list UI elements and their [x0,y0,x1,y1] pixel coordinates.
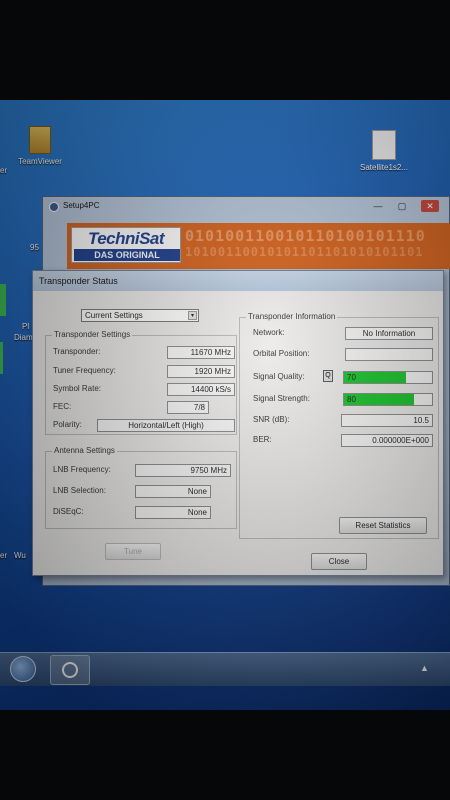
settings-select-value: Current Settings [85,311,143,320]
edge-label: er [0,166,8,175]
green-app-icon[interactable] [0,342,3,374]
maximize-button[interactable]: ▢ [393,200,411,212]
orbital-position-label: Orbital Position: [253,349,310,358]
close-window-button[interactable]: ✕ [421,200,439,212]
dialog-title[interactable]: Transponder Status [33,271,443,291]
satellite-file-label: Satellite1s2... [359,163,409,172]
binary-decoration: 10100110010101101101010101101 [185,245,424,259]
tune-button[interactable]: Tune [105,543,161,560]
technisat-banner: TechniSat DAS ORIGINAL 01010011001011010… [67,223,450,269]
tuner-frequency-label: Tuner Frequency: [53,366,116,375]
network-label: Network: [253,328,285,337]
technisat-logo: TechniSat DAS ORIGINAL [71,227,181,263]
group-label: Antenna Settings [52,446,117,455]
fec-label: FEC: [53,402,72,411]
app-icon [49,202,59,212]
start-button[interactable] [10,656,36,682]
close-dialog-button[interactable]: Close [311,553,367,570]
document-icon [372,130,396,160]
edge-label: Diam [14,333,33,342]
fec-value: 7/8 [167,401,209,414]
reset-statistics-button[interactable]: Reset Statistics [339,517,427,534]
window-title: Setup4PC [63,201,100,210]
tuner-frequency-value: 1920 MHz [167,365,235,378]
teamviewer-label: TeamViewer [18,157,62,166]
transponder-value: 11670 MHz [167,346,235,359]
satellite-file-desktop-icon[interactable]: Satellite1s2... [352,130,416,172]
green-app-icon[interactable] [0,284,6,316]
logo-tagline: DAS ORIGINAL [74,249,180,261]
snr-label: SNR (dB): [253,415,290,424]
symbol-rate-value: 14400 kS/s [167,383,235,396]
symbol-rate-label: Symbol Rate: [53,384,102,393]
window-titlebar[interactable]: Setup4PC — ▢ ✕ [43,197,449,217]
signal-strength-value: 80 [347,395,356,404]
edge-label: er [0,551,8,560]
group-label: Transponder Settings [52,330,133,339]
tray-expand-icon[interactable]: ▲ [420,663,429,673]
edge-label: Wu [14,551,26,560]
edge-label: 95 [30,243,39,252]
lnb-frequency-value: 9750 MHz [135,464,231,477]
diseqc-label: DiSEqC: [53,507,84,516]
orbital-position-value [345,348,433,361]
taskbar-item-setup4pc[interactable] [50,655,90,685]
folder-icon [29,126,51,154]
signal-quality-value: 70 [347,373,356,382]
teamviewer-desktop-icon[interactable]: TeamViewer [18,126,62,166]
logo-text: TechniSat [87,229,165,248]
polarity-value: Horizontal/Left (High) [97,419,235,432]
edge-label: Pl [22,322,30,331]
chevron-down-icon[interactable]: ▾ [188,311,197,320]
transponder-label: Transponder: [53,347,101,356]
settings-select[interactable]: Current Settings ▾ [81,309,199,322]
photo-stage: TeamViewer Satellite1s2... er 95 Pl Diam… [0,0,450,800]
lnb-selection-value: None [135,485,211,498]
signal-strength-label: Signal Strength: [253,394,310,403]
signal-strength-bar: 80 [343,393,433,406]
snr-value: 10.5 [341,414,433,427]
transponder-status-dialog: Transponder Status Current Settings ▾ Tr… [32,270,444,576]
lnb-selection-label: LNB Selection: [53,486,106,495]
signal-quality-icon[interactable]: Q [323,370,333,382]
taskbar: ▲ [0,652,450,686]
satellite-icon [62,662,78,678]
signal-quality-bar: 70 [343,371,433,384]
network-value: No Information [345,327,433,340]
ber-label: BER: [253,435,272,444]
minimize-button[interactable]: — [369,200,387,212]
ber-value: 0.000000E+000 [341,434,433,447]
binary-decoration: 010100110010110100101110 [185,227,426,245]
signal-quality-label: Signal Quality: [253,372,305,381]
lnb-frequency-label: LNB Frequency: [53,465,111,474]
diseqc-value: None [135,506,211,519]
group-label: Transponder Information [246,312,338,321]
polarity-label: Polarity: [53,420,82,429]
